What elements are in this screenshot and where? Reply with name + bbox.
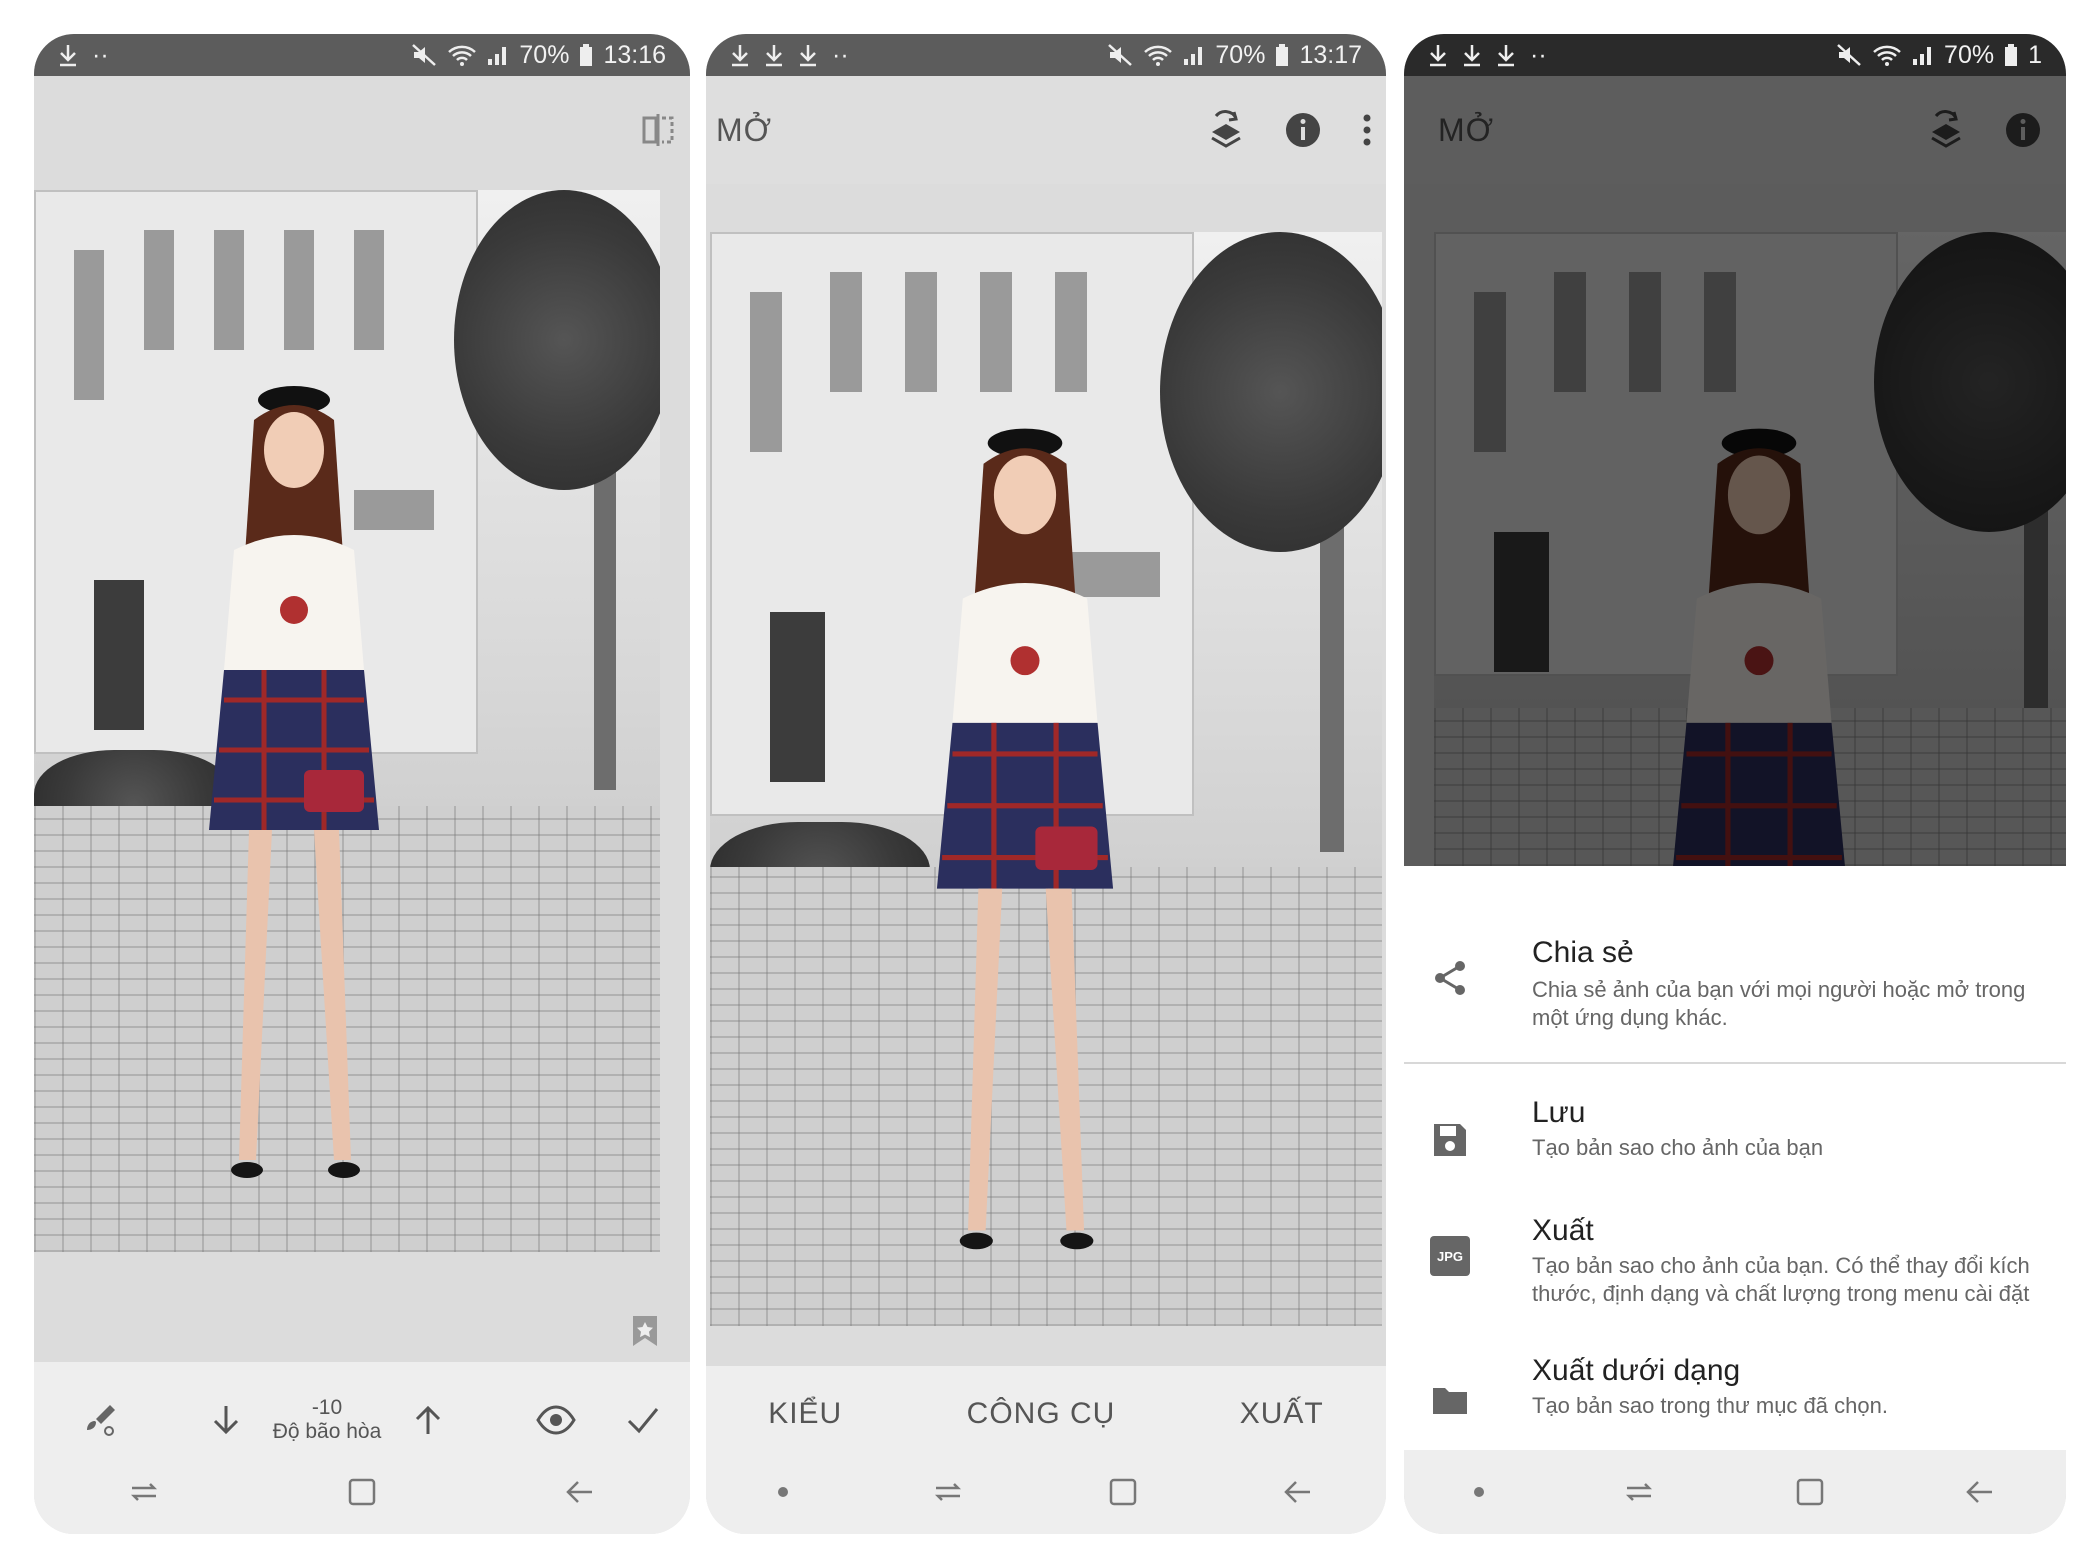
- back-icon[interactable]: [1964, 1478, 1996, 1506]
- tab-styles[interactable]: KIỂU: [768, 1397, 842, 1431]
- battery-percent: 70%: [519, 40, 570, 69]
- clock: 13:17: [1299, 40, 1362, 69]
- export-desc: Tạo bản sao cho ảnh của bạn. Có thể thay…: [1532, 1253, 2030, 1306]
- export-sheet: Chia sẻ Chia sẻ ảnh của bạn với mọi ngườ…: [1404, 866, 2066, 1450]
- save-option[interactable]: Lưu Tạo bản sao cho ảnh của bạn: [1404, 1066, 2066, 1184]
- back-icon[interactable]: [1282, 1478, 1314, 1506]
- wifi-icon: [448, 45, 477, 66]
- eye-icon[interactable]: [536, 1405, 576, 1435]
- compare-icon[interactable]: [640, 112, 676, 148]
- top-bar: [34, 76, 690, 184]
- clock: 13:16: [603, 40, 666, 69]
- arrow-up-icon[interactable]: [411, 1403, 445, 1437]
- signal-icon: [1913, 47, 1932, 65]
- tab-tools[interactable]: CÔNG CỤ: [967, 1397, 1116, 1431]
- export-title: Xuất: [1532, 1214, 1594, 1247]
- jpg-icon: JPG: [1430, 1236, 1470, 1276]
- back-icon[interactable]: [564, 1478, 596, 1506]
- layers-undo-icon[interactable]: [1208, 110, 1244, 150]
- woman-figure: [936, 428, 1114, 1250]
- clock: 1: [2028, 40, 2042, 69]
- battery-icon: [1276, 44, 1289, 66]
- more-notifications-icon: ··: [1530, 40, 1547, 69]
- adjust-value: -10: [311, 1396, 343, 1419]
- home-icon[interactable]: [1795, 1477, 1825, 1507]
- save-title: Lưu: [1532, 1096, 1586, 1129]
- share-title: Chia sẻ: [1532, 936, 1634, 969]
- more-notifications-icon: ··: [92, 40, 109, 69]
- open-button[interactable]: MỞ: [716, 112, 1208, 149]
- more-vert-icon[interactable]: [1362, 112, 1372, 148]
- save-icon: [1434, 1124, 1466, 1156]
- status-bar: ·· 70% 13:16: [34, 34, 690, 76]
- arrow-down-icon[interactable]: [209, 1403, 243, 1437]
- download-icon: [766, 45, 782, 67]
- photo-preview: [710, 232, 1382, 1326]
- info-icon[interactable]: [1284, 111, 1322, 149]
- mute-icon: [1108, 44, 1133, 66]
- wifi-icon: [1144, 45, 1173, 66]
- wifi-icon: [1873, 45, 1901, 66]
- tool-controls: -10 Độ bão hòa: [34, 1380, 690, 1460]
- recent-apps-icon[interactable]: [128, 1478, 160, 1506]
- battery-icon: [580, 44, 593, 66]
- download-icon: [1430, 45, 1446, 67]
- recent-apps-icon[interactable]: [932, 1478, 964, 1506]
- download-icon: [732, 45, 748, 67]
- battery-percent: 70%: [1944, 40, 1995, 69]
- phone-screen-editor: ·· 70% 13:16 -10 Độ bão hòa: [34, 34, 690, 1534]
- main-tabs: KIỂU CÔNG CỤ XUẤT: [706, 1384, 1386, 1444]
- download-icon: [1464, 45, 1480, 67]
- status-bar: ·· 70% 13:17: [706, 34, 1386, 76]
- scrim-overlay[interactable]: [1404, 76, 2066, 866]
- export-as-desc: Tạo bản sao trong thư mục đã chọn.: [1532, 1393, 1888, 1418]
- recent-apps-icon[interactable]: [1623, 1478, 1655, 1506]
- phone-screen-export-sheet: ·· 70% 1 MỞ: [1404, 34, 2066, 1534]
- adjust-name: Độ bão hòa: [272, 1420, 382, 1443]
- home-icon[interactable]: [347, 1477, 377, 1507]
- save-desc: Tạo bản sao cho ảnh của bạn: [1532, 1135, 1824, 1160]
- phone-screen-main: ·· 70% 13:17 MỞ KIỂU CÔNG CỤ XUẤT: [706, 34, 1386, 1534]
- mute-icon: [412, 44, 437, 66]
- download-icon: [60, 45, 76, 67]
- download-icon: [800, 45, 816, 67]
- nav-indicator-dot: [1473, 1487, 1484, 1497]
- more-notifications-icon: ··: [832, 40, 849, 69]
- bookmark-icon[interactable]: [630, 1314, 660, 1348]
- brush-icon[interactable]: [82, 1402, 118, 1438]
- nav-indicator-dot: [778, 1487, 788, 1497]
- share-icon: [1435, 961, 1465, 995]
- check-icon[interactable]: [626, 1405, 660, 1435]
- export-option[interactable]: JPG Xuất Tạo bản sao cho ảnh của bạn. Có…: [1404, 1184, 2066, 1326]
- sheet-divider: [1404, 1062, 2066, 1064]
- signal-icon: [488, 47, 507, 65]
- share-option[interactable]: Chia sẻ Chia sẻ ảnh của bạn với mọi ngườ…: [1404, 866, 2066, 1058]
- share-desc: Chia sẻ ảnh của bạn với mọi người hoặc m…: [1532, 977, 2026, 1030]
- system-nav-bar: [34, 1450, 690, 1534]
- system-nav-bar: [706, 1450, 1386, 1534]
- download-icon: [1498, 45, 1514, 67]
- export-as-title: Xuất dưới dạng: [1532, 1354, 1741, 1387]
- top-bar: MỞ: [706, 76, 1386, 184]
- system-nav-bar: [1404, 1450, 2066, 1534]
- battery-icon: [2005, 44, 2018, 66]
- signal-icon: [1184, 47, 1203, 65]
- export-as-option[interactable]: Xuất dưới dạng Tạo bản sao trong thư mục…: [1404, 1326, 2066, 1450]
- status-bar: ·· 70% 1: [1404, 34, 2066, 76]
- edited-photo: [34, 190, 660, 1252]
- folder-icon: [1433, 1388, 1467, 1414]
- mute-icon: [1837, 44, 1861, 66]
- battery-percent: 70%: [1215, 40, 1266, 69]
- tab-export[interactable]: XUẤT: [1240, 1397, 1324, 1431]
- woman-figure: [209, 386, 379, 1178]
- home-icon[interactable]: [1108, 1477, 1138, 1507]
